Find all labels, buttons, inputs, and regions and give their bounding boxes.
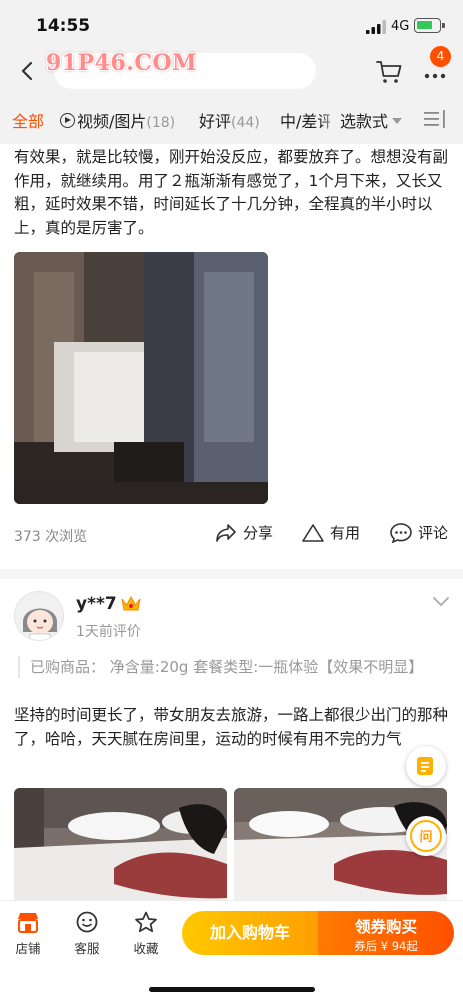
cart-icon[interactable] — [376, 60, 402, 84]
tab-select-style-label: 选款式 — [340, 112, 389, 131]
tab-select-style[interactable]: 选款式 — [340, 108, 403, 132]
review-date: 1天前评价 — [76, 624, 141, 640]
buy-label: 领券购买 — [354, 918, 417, 936]
share-icon — [216, 524, 236, 542]
network-label: 4G — [391, 19, 410, 34]
useful-label: 有用 — [330, 524, 361, 542]
review-list: 有效果，就是比较慢，刚开始没反应，都要放弃了。想想没有副作用，就继续用。用了２瓶… — [0, 144, 463, 904]
ask-button[interactable]: 问 — [406, 816, 446, 856]
header: 91P46.COM 4 — [0, 46, 463, 96]
review-photo[interactable] — [14, 788, 227, 904]
favorite-label: 收藏 — [133, 941, 159, 956]
comment-label: 评论 — [418, 524, 449, 542]
customer-service-label: 客服 — [74, 941, 100, 956]
review-photo[interactable] — [14, 252, 268, 504]
shop-button[interactable]: 店铺 — [6, 911, 50, 957]
pixelated-image — [14, 252, 268, 504]
notification-badge: 4 — [430, 46, 451, 67]
bottom-action-bar: 店铺 客服 收藏 加入购物车 领券购买 券后 ¥ 94起 — [0, 900, 463, 1000]
watermark-logo: 91P46.COM — [46, 50, 197, 76]
play-circle-icon — [60, 113, 75, 128]
avatar-illustration — [23, 608, 57, 640]
status-bar: 14:55 4G — [0, 0, 463, 50]
username: y**7 — [76, 594, 117, 614]
tab-video-photo-label: 视频/图片 — [77, 112, 147, 131]
review-text: 坚持的时间更长了，带女朋友去旅游，一路上都很少出门的那种了，哈哈，天天腻在房间里… — [14, 706, 449, 748]
favorite-button[interactable]: 收藏 — [124, 911, 168, 957]
buy-with-coupon-button[interactable]: 领券购买 券后 ¥ 94起 — [318, 911, 454, 955]
crown-icon — [121, 595, 141, 611]
customer-service-button[interactable]: 客服 — [65, 911, 109, 957]
tab-positive-label: 好评 — [199, 112, 232, 131]
tabs-fade — [322, 96, 336, 144]
home-indicator — [149, 987, 315, 992]
review-text: 有效果，就是比较慢，刚开始没反应，都要放弃了。想想没有副作用，就继续用。用了２瓶… — [14, 148, 449, 237]
comment-icon — [390, 523, 412, 544]
chevron-down-icon[interactable] — [432, 596, 450, 608]
floating-note-button[interactable] — [406, 746, 446, 786]
tab-video-photo[interactable]: 视频/图片(18) — [60, 108, 175, 132]
filter-tabs: 全部 视频/图片(18) 好评(44) 中/差评 选款式 — [0, 96, 463, 144]
triangle-icon — [302, 524, 324, 542]
comment-button[interactable]: 评论 — [390, 522, 449, 544]
divider — [0, 569, 463, 579]
back-arrow-icon[interactable] — [16, 59, 40, 83]
shop-icon — [18, 913, 38, 933]
buy-price: 券后 ¥ 94起 — [354, 939, 418, 953]
purchased-item-info: 已购商品： 净含量:20g 套餐类型:一瓶体验【效果不明显】 — [18, 656, 438, 678]
star-icon — [135, 911, 157, 933]
battery-icon — [414, 18, 445, 33]
signal-icon — [366, 20, 386, 34]
share-button[interactable]: 分享 — [215, 522, 273, 543]
status-time: 14:55 — [36, 16, 91, 36]
ask-label: 问 — [419, 830, 433, 845]
tab-all[interactable]: 全部 — [12, 108, 44, 132]
dropdown-arrow-icon — [392, 118, 403, 124]
add-to-cart-button[interactable]: 加入购物车 — [182, 911, 318, 955]
useful-button[interactable]: 有用 — [302, 522, 360, 543]
shop-label: 店铺 — [15, 941, 41, 956]
tab-positive-count: (44) — [231, 115, 260, 131]
tab-video-photo-count: (18) — [146, 115, 176, 131]
view-count: 373 次浏览 — [14, 529, 88, 545]
note-icon — [417, 757, 433, 775]
review-photo-image — [14, 788, 227, 904]
avatar[interactable] — [14, 591, 64, 641]
chat-smile-icon — [76, 911, 98, 933]
tab-positive[interactable]: 好评(44) — [199, 108, 260, 132]
share-label: 分享 — [243, 524, 274, 542]
list-menu-icon[interactable] — [424, 110, 446, 128]
